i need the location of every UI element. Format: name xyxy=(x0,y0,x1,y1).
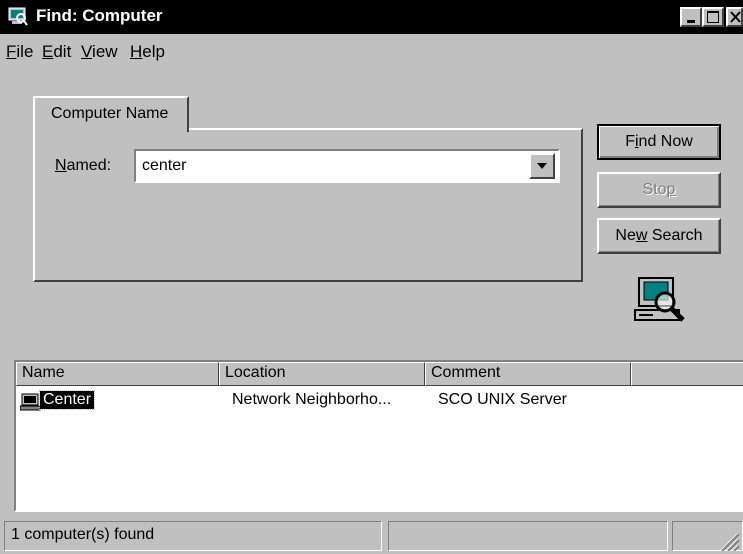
status-text: 1 computer(s) found xyxy=(4,521,382,551)
named-label: Named: xyxy=(55,157,112,174)
dropdown-button[interactable] xyxy=(529,153,555,179)
stop-button[interactable]: Stop xyxy=(597,172,721,208)
new-search-button[interactable]: New Search xyxy=(597,218,721,254)
named-combobox[interactable]: center xyxy=(134,149,560,183)
menu-bar: File Edit View Help xyxy=(0,38,743,66)
result-comment: SCO UNIX Server xyxy=(438,391,567,408)
menu-edit[interactable]: Edit xyxy=(42,42,71,62)
title-bar[interactable]: Find: Computer xyxy=(0,0,743,34)
maximize-button[interactable] xyxy=(702,7,724,27)
close-icon xyxy=(730,11,741,23)
tab-label: Computer Name xyxy=(51,105,169,122)
status-pane-middle xyxy=(388,521,668,551)
named-value: center xyxy=(142,157,187,174)
find-computer-icon xyxy=(8,7,28,26)
column-header-comment[interactable]: Comment xyxy=(425,362,631,386)
results-list[interactable]: Name Location Comment Center Network Nei… xyxy=(14,360,743,512)
list-item[interactable]: Center Network Neighborho... SCO UNIX Se… xyxy=(16,390,743,414)
resize-grip-icon[interactable] xyxy=(712,527,740,551)
column-header-blank[interactable] xyxy=(631,362,743,386)
menu-help[interactable]: Help xyxy=(130,42,165,62)
close-button[interactable] xyxy=(726,7,743,27)
minimize-icon xyxy=(687,20,695,23)
computer-icon xyxy=(20,393,41,411)
computer-search-icon xyxy=(634,277,685,322)
tab-computer-name[interactable]: Computer Name xyxy=(33,96,189,132)
column-header-name[interactable]: Name xyxy=(16,362,219,386)
chevron-down-icon xyxy=(537,163,547,169)
menu-file[interactable]: File xyxy=(6,42,33,62)
find-computer-window: Find: Computer File Edit View Help Compu… xyxy=(0,0,743,554)
result-location: Network Neighborho... xyxy=(232,391,392,408)
result-name: Center xyxy=(38,390,96,410)
maximize-icon xyxy=(707,11,719,23)
column-header-location[interactable]: Location xyxy=(219,362,425,386)
find-now-button[interactable]: Find Now xyxy=(597,124,721,160)
window-title: Find: Computer xyxy=(36,6,163,25)
menu-view[interactable]: View xyxy=(81,42,118,62)
minimize-button[interactable] xyxy=(680,7,702,27)
